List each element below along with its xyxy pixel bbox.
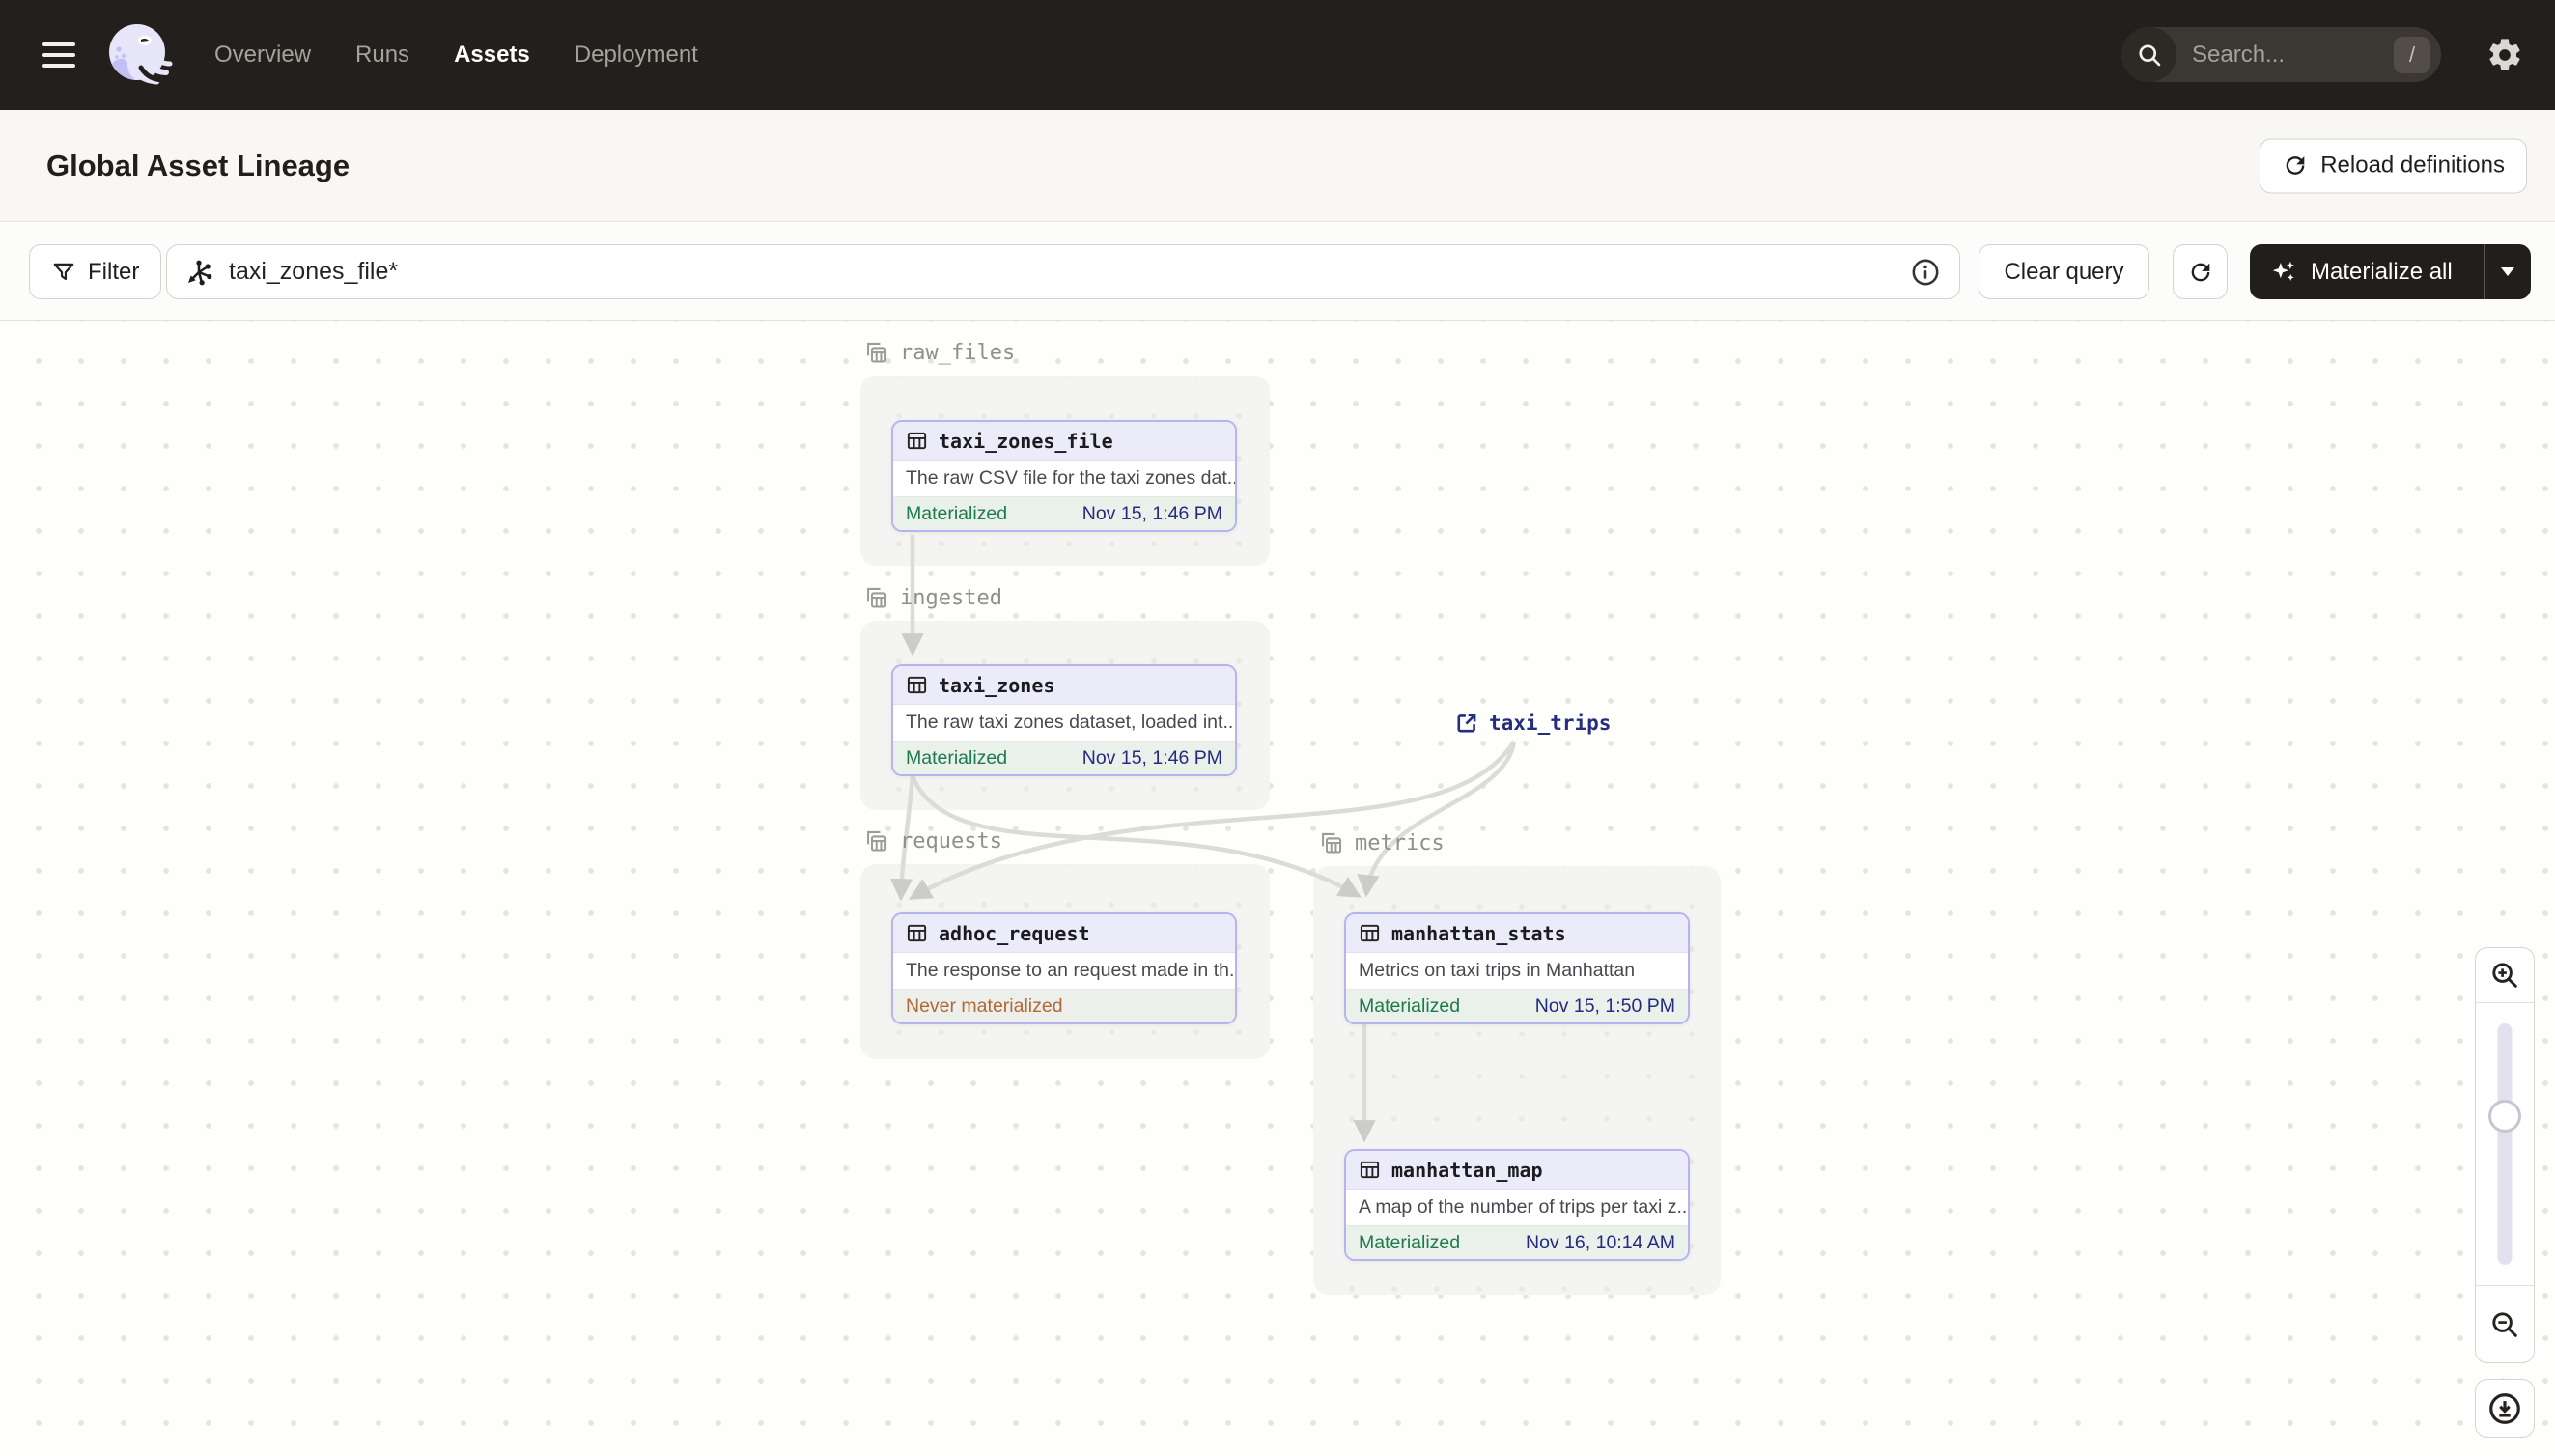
search-input[interactable] [2190, 40, 2354, 70]
asset-selection-query[interactable] [227, 257, 1909, 287]
page-header: Global Asset Lineage Reload definitions [0, 110, 2555, 222]
nav-item-overview[interactable]: Overview [214, 42, 311, 69]
filter-label: Filter [88, 258, 140, 285]
group-label-metrics[interactable]: metrics [1318, 830, 1445, 856]
filter-funnel-icon [51, 260, 76, 285]
settings-gear-icon[interactable] [2485, 36, 2524, 74]
table-icon [1360, 1161, 1380, 1179]
lineage-toolbar: Filter taxi_zones_file* Clear query Mate… [0, 223, 2555, 321]
table-icon [907, 924, 927, 942]
materialization-timestamp: Nov 16, 10:14 AM [1525, 1231, 1675, 1253]
asset-node-taxi-zones-file[interactable]: taxi_zones_file The raw CSV file for the… [891, 420, 1237, 532]
asset-name: taxi_zones [939, 673, 1055, 697]
status-badge: Materialized [1359, 1231, 1461, 1253]
table-icon [1360, 924, 1380, 942]
zoom-out-icon [2492, 1311, 2517, 1337]
nav-item-assets[interactable]: Assets [454, 42, 530, 69]
zoom-control [2475, 947, 2535, 1363]
group-name: raw_files [900, 341, 1016, 365]
refresh-graph-button[interactable] [2173, 244, 2228, 299]
zoom-slider[interactable] [2476, 1003, 2534, 1285]
search-icon [2121, 27, 2176, 82]
chevron-down-icon [2501, 267, 2514, 276]
materialize-dropdown-toggle[interactable] [2485, 244, 2531, 299]
zoom-slider-handle[interactable] [2488, 1100, 2521, 1133]
materialization-timestamp: Nov 15, 1:50 PM [1534, 994, 1675, 1017]
asset-node-manhattan-stats[interactable]: manhattan_stats Metrics on taxi trips in… [1344, 912, 1690, 1024]
materialization-timestamp: Nov 15, 1:46 PM [1081, 502, 1222, 524]
asset-description: A map of the number of trips per taxi z.… [1359, 1196, 1688, 1218]
status-badge: Never materialized [906, 994, 1063, 1017]
status-badge: Materialized [1359, 994, 1461, 1017]
asset-description: The response to an request made in th... [906, 960, 1235, 981]
download-icon [2489, 1392, 2520, 1424]
refresh-icon [2187, 259, 2214, 286]
group-label-requests[interactable]: requests [863, 828, 1002, 854]
top-navigation-bar: Overview Runs Assets Deployment / [0, 0, 2555, 110]
asset-group-icon [867, 830, 887, 852]
group-label-ingested[interactable]: ingested [863, 585, 1002, 611]
reload-definitions-button[interactable]: Reload definitions [2260, 138, 2527, 193]
external-asset-name: taxi_trips [1489, 712, 1612, 735]
asset-description: The raw taxi zones dataset, loaded int..… [906, 712, 1235, 733]
asset-name: manhattan_map [1391, 1158, 1543, 1182]
group-label-raw-files[interactable]: raw_files [863, 340, 1015, 366]
status-badge: Materialized [906, 502, 1008, 524]
materialize-all-button[interactable]: Materialize all [2250, 244, 2531, 299]
table-icon [907, 432, 927, 450]
asset-group-icon [867, 342, 887, 363]
materialization-timestamp: Nov 15, 1:46 PM [1081, 746, 1222, 769]
table-icon [907, 676, 927, 694]
group-name: requests [900, 829, 1002, 854]
asset-name: taxi_zones_file [939, 429, 1113, 453]
query-info-icon[interactable] [1909, 256, 1942, 289]
asset-selection-input[interactable] [166, 244, 1960, 299]
sparkles-icon [2269, 258, 2298, 287]
nav-item-deployment[interactable]: Deployment [575, 42, 698, 69]
materialize-all-label: Materialize all [2311, 258, 2453, 285]
zoom-in-button[interactable] [2476, 948, 2534, 1003]
nav-item-runs[interactable]: Runs [355, 42, 409, 69]
asset-name: adhoc_request [939, 921, 1090, 945]
asset-node-manhattan-map[interactable]: manhattan_map A map of the number of tri… [1344, 1149, 1690, 1261]
lineage-edges [889, 535, 1517, 1143]
asset-group-icon [867, 587, 887, 608]
status-badge: Materialized [906, 746, 1008, 769]
external-link-icon [1457, 714, 1476, 733]
reload-definitions-label: Reload definitions [2320, 152, 2505, 179]
zoom-slider-track [2497, 1023, 2513, 1265]
asset-group-icon [1322, 832, 1342, 854]
asset-node-adhoc-request[interactable]: adhoc_request The response to an request… [891, 912, 1237, 1024]
primary-nav: Overview Runs Assets Deployment [214, 42, 698, 69]
group-name: ingested [900, 586, 1002, 610]
asset-description: Metrics on taxi trips in Manhattan [1359, 960, 1636, 981]
asset-node-taxi-zones[interactable]: taxi_zones The raw taxi zones dataset, l… [891, 664, 1237, 776]
asset-name: manhattan_stats [1391, 921, 1566, 945]
search-shortcut-badge: / [2394, 36, 2430, 73]
clear-query-label: Clear query [2004, 258, 2124, 285]
filter-button[interactable]: Filter [29, 244, 162, 299]
clear-query-button[interactable]: Clear query [1979, 244, 2149, 299]
hamburger-menu-icon[interactable] [42, 42, 75, 68]
download-graph-button[interactable] [2475, 1379, 2535, 1438]
asset-graph-query-icon [184, 258, 213, 287]
zoom-out-button[interactable] [2476, 1285, 2534, 1362]
asset-description: The raw CSV file for the taxi zones dat.… [906, 467, 1235, 489]
page-title: Global Asset Lineage [46, 148, 351, 182]
global-search[interactable]: / [2121, 27, 2441, 82]
external-asset-taxi-trips[interactable]: taxi_trips [1454, 711, 1611, 736]
refresh-icon [2282, 153, 2309, 180]
lineage-canvas[interactable]: raw_files ingested requests metrics taxi… [0, 321, 2555, 1456]
group-name: metrics [1355, 831, 1445, 855]
dagster-logo[interactable] [102, 19, 174, 91]
zoom-in-icon [2492, 963, 2517, 988]
